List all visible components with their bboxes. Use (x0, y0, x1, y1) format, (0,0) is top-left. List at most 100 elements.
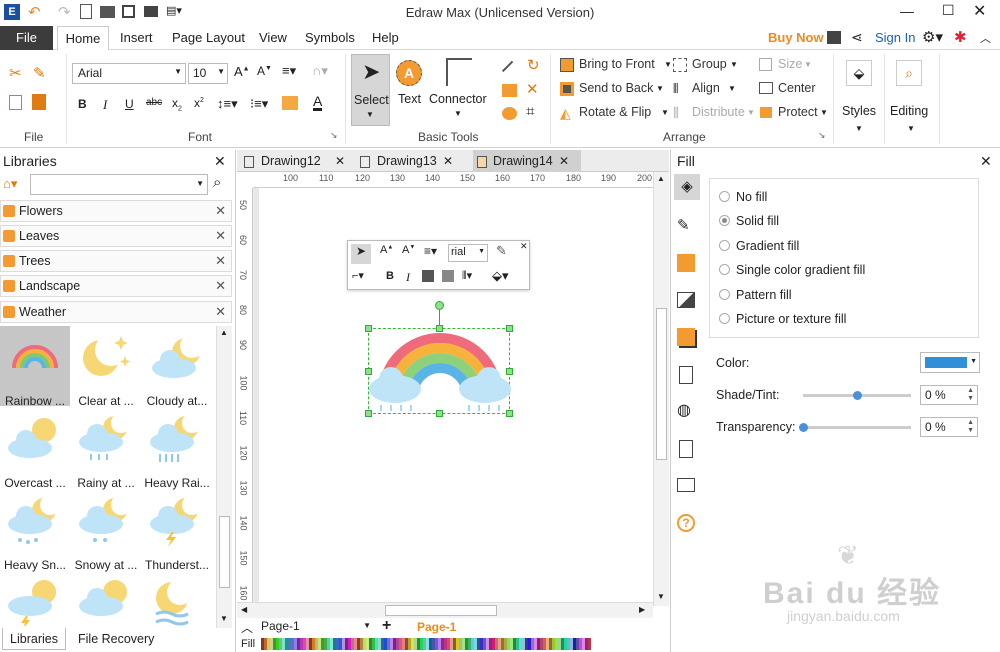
tab-insert[interactable]: Insert (120, 26, 153, 50)
shade-tint-slider[interactable] (803, 391, 911, 400)
horizontal-scroll-thumb[interactable] (385, 605, 497, 616)
theme-icon[interactable]: ✱ (954, 28, 967, 46)
color-palette[interactable] (261, 638, 591, 650)
underline-icon[interactable]: U (125, 97, 134, 111)
close-icon[interactable]: ✕ (443, 154, 453, 168)
globe-icon[interactable]: ◍ (677, 400, 691, 420)
close-icon[interactable]: ✕ (215, 278, 226, 294)
tab-home[interactable]: Home (57, 26, 109, 50)
copy-icon[interactable] (9, 95, 22, 110)
library-category-weather[interactable]: Weather ✕ (0, 301, 232, 323)
ribbon-collapse-icon[interactable]: ︿ (980, 30, 991, 46)
format-painter-icon[interactable]: ✂ (9, 64, 22, 82)
gradient-fill-radio[interactable]: Gradient fill (719, 239, 799, 253)
selection-handle[interactable] (365, 368, 372, 375)
shrink-font-icon[interactable]: A▼ (257, 64, 272, 78)
selection-handle[interactable] (436, 410, 443, 417)
arrange-dialog-launcher-icon[interactable]: ↘ (818, 130, 826, 141)
crop-icon[interactable]: ⌗ (526, 103, 534, 120)
search-icon[interactable]: ⌕ (213, 174, 221, 191)
tab-symbols[interactable]: Symbols (305, 26, 355, 50)
superscript-icon[interactable]: x2 (194, 96, 204, 110)
close-icon[interactable]: ✕ (335, 154, 345, 168)
pattern-fill-radio[interactable]: Pattern fill (719, 288, 792, 302)
float-style-icon[interactable]: ⬙▾ (492, 268, 509, 284)
shape-clear-night[interactable]: Clear at ... (71, 326, 141, 408)
strikethrough-icon[interactable]: abc (146, 97, 162, 108)
rotate-handle[interactable] (435, 301, 444, 310)
close-icon[interactable]: ✕ (215, 253, 226, 269)
shape-snowy-night[interactable]: Snowy at ... (71, 490, 141, 572)
page-selector[interactable]: Page-1 ▼ (261, 619, 371, 635)
no-fill-radio[interactable]: No fill (719, 190, 767, 204)
document-settings-icon[interactable] (679, 440, 693, 458)
add-page-icon[interactable]: + (382, 617, 391, 635)
page-nav-up-icon[interactable]: ︿ (241, 619, 253, 636)
libraries-close-icon[interactable]: ✕ (214, 153, 226, 170)
float-select-icon[interactable]: ➤ (351, 244, 371, 264)
maximize-button[interactable]: ☐ (942, 2, 955, 19)
arc-shape-icon[interactable]: ↻ (527, 56, 540, 74)
font-dialog-launcher-icon[interactable]: ↘ (330, 130, 338, 141)
palette-swatch[interactable] (588, 638, 591, 650)
close-icon[interactable]: ✕ (215, 203, 226, 219)
line-shape-icon[interactable] (501, 60, 522, 81)
float-shrink-font-icon[interactable]: A▼ (402, 244, 415, 256)
italic-icon[interactable]: I (103, 97, 107, 113)
line-style-icon[interactable]: ✎ (677, 216, 690, 234)
shape-haze[interactable] (142, 572, 212, 626)
shape-rain-cloud[interactable] (71, 572, 141, 626)
selected-rainbow-shape[interactable] (365, 301, 513, 417)
transparency-slider-knob[interactable] (799, 423, 808, 432)
selection-handle[interactable] (506, 325, 513, 332)
shadow-icon[interactable] (677, 254, 695, 272)
bold-icon[interactable]: B (78, 97, 87, 111)
styles-button[interactable]: ⬙ Styles ▼ (838, 54, 880, 140)
horizontal-scrollbar[interactable]: ◀ ▶ (237, 602, 653, 618)
close-window-button[interactable]: ✕ (973, 1, 986, 21)
shape-thunderstorm[interactable]: Thunderst... (142, 490, 212, 572)
float-back-icon[interactable] (442, 270, 454, 282)
shape-cloudy-night[interactable]: Cloudy at... (142, 326, 212, 408)
settings-gear-icon[interactable]: ⚙▾ (922, 28, 943, 46)
shape-overcast[interactable]: Overcast ... (0, 408, 70, 490)
doc-tab-drawing14[interactable]: Drawing14 ✕ (473, 150, 581, 172)
font-color-icon[interactable]: A (313, 94, 323, 111)
float-font-select[interactable]: rial ▼ (448, 244, 488, 262)
selection-handle[interactable] (365, 410, 372, 417)
tab-view[interactable]: View (259, 26, 287, 50)
text-direction-icon[interactable]: ∩▾ (312, 63, 328, 79)
line-spacing-icon[interactable]: ↕≡▾ (217, 96, 238, 112)
transparency-spinbox[interactable]: 0 % ▲ ▼ (920, 417, 978, 437)
transparency-slider[interactable] (799, 423, 911, 432)
home-library-icon[interactable]: ⌂▾ (3, 176, 17, 192)
comment-icon[interactable] (677, 478, 695, 492)
editing-button[interactable]: ⌕ Editing ▼ (888, 54, 934, 140)
image-icon[interactable] (677, 292, 695, 308)
picture-texture-fill-radio[interactable]: Picture or texture fill (719, 312, 846, 326)
library-scrollbar[interactable]: ▲ ▼ (216, 326, 232, 628)
page-tab-active[interactable]: Page-1 (417, 620, 456, 634)
float-distribute-icon[interactable]: ⫴▾ (462, 269, 472, 283)
tab-libraries[interactable]: Libraries (2, 628, 66, 650)
shape-heavy-snow[interactable]: Heavy Sn... (0, 490, 70, 572)
text-highlight-icon[interactable] (282, 96, 298, 110)
vertical-scroll-thumb[interactable] (656, 308, 667, 460)
share-icon[interactable]: ⋖ (851, 29, 863, 46)
help-icon[interactable]: ? (677, 514, 695, 532)
sign-in-link[interactable]: Sign In (875, 26, 915, 50)
doc-tab-drawing13[interactable]: Drawing13 ✕ (357, 152, 469, 172)
library-category-flowers[interactable]: Flowers ✕ (0, 200, 232, 222)
select-tool-button[interactable]: ➤ Select ▼ (351, 54, 390, 126)
library-category-trees[interactable]: Trees ✕ (0, 250, 232, 272)
float-bold-icon[interactable]: B (386, 270, 394, 282)
font-size-select[interactable]: 10 ▼ (188, 63, 228, 84)
ellipse-shape-icon[interactable] (502, 107, 517, 120)
page-properties-icon[interactable] (679, 366, 693, 384)
shape-rainbow[interactable]: Rainbow ... (0, 326, 70, 408)
vertical-scrollbar[interactable]: ▲ ▼ (653, 172, 669, 606)
minimize-button[interactable]: — (900, 3, 914, 19)
close-icon[interactable]: ✕ (559, 154, 569, 168)
selection-handle[interactable] (365, 325, 372, 332)
fill-panel-close-icon[interactable]: ✕ (980, 153, 992, 170)
